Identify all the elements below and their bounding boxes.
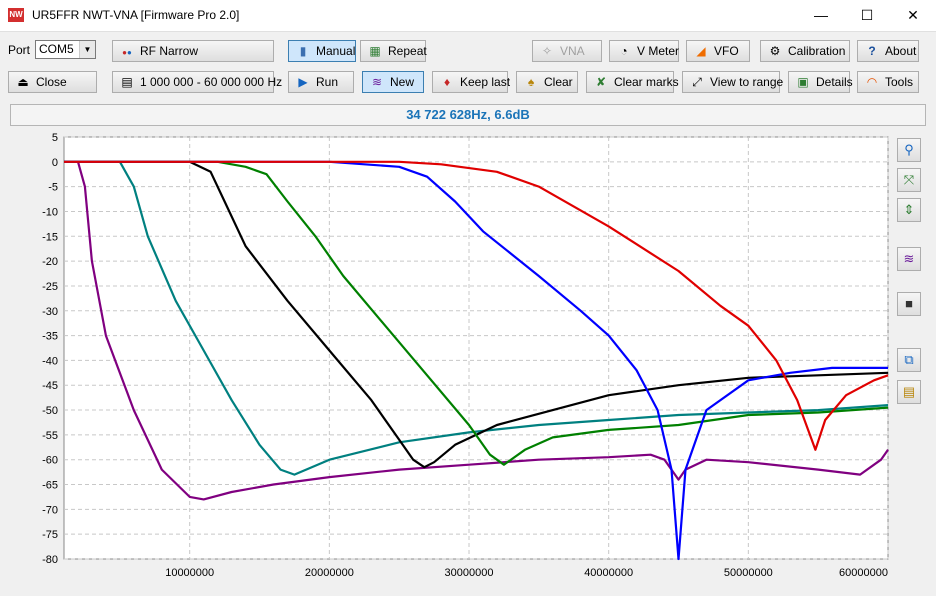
y-tick-label: -60 [42,455,58,467]
range-icon: ▤ [121,75,133,89]
keep-last-button[interactable]: ♦ Keep last [432,71,510,93]
vna-icon: ✧ [541,44,553,58]
view-to-range-button[interactable]: ⤢ View to range [682,71,783,93]
status-readout: 34 722 628Hz, 6.6dB [10,104,926,126]
copy-icon[interactable]: ⧉ [897,348,921,372]
y-tick-label: -30 [42,306,58,318]
expand-icon: ⤢ [692,75,702,89]
y-tick-label: -45 [42,380,58,392]
y-tick-label: -55 [42,430,58,442]
y-tick-label: -75 [42,529,58,541]
y-tick-label: 5 [52,132,58,144]
zoom-icon[interactable]: ⚲ [897,138,921,162]
new-sweep-icon: ≋ [371,75,383,89]
y-tick-label: -50 [42,405,58,417]
y-tick-label: -70 [42,504,58,516]
app-icon: NW [8,8,24,22]
clear-button[interactable]: ♠ Clear [516,71,578,93]
gear-icon: ⚙ [769,44,781,58]
repeat-button[interactable]: ▦ Repeat [360,40,427,62]
x-tick-label: 50000000 [724,567,773,579]
bar-chart-icon: ▮ [299,44,307,58]
x-tick-label: 40000000 [584,567,633,579]
pin-icon: ♦ [443,75,451,89]
x-tick-label: 30000000 [445,567,494,579]
fit-icon[interactable]: ⤧ [897,168,921,192]
eject-icon: ⏏ [17,75,29,89]
y-tick-label: -35 [42,331,58,343]
clear-marks-button[interactable]: ✘ Clear marks [586,71,679,93]
minimize-button[interactable]: — [798,0,844,31]
y-tick-label: -80 [42,554,58,566]
rf-narrow-button[interactable]: ●● RF Narrow [112,40,274,62]
vfo-button[interactable]: ◢ VFO [686,40,750,62]
y-tick-label: -65 [42,480,58,492]
chart-icon[interactable]: ≋ [897,247,921,271]
camera-icon[interactable]: ■ [897,292,921,316]
vmeter-button[interactable]: ◔ V Meter [609,40,679,62]
manual-button[interactable]: ▮ Manual [288,40,356,62]
rf-icon: ●● [122,48,132,57]
window-title: UR5FFR NWT-VNA [Firmware Pro 2.0] [32,8,240,22]
range-button[interactable]: ▤ 1 000 000 - 60 000 000 Hz [112,71,282,93]
y-tick-label: -20 [42,256,58,268]
broom-icon: ♠ [527,75,535,89]
y-tick-label: -15 [42,231,58,243]
rainbow-icon: ◠ [866,75,878,89]
tools-button[interactable]: ◠ Tools [857,71,919,93]
y-tick-label: -40 [42,355,58,367]
play-icon: ▶ [298,75,308,89]
y-tick-label: -5 [48,182,58,194]
run-button[interactable]: ▶ Run [288,71,354,93]
new-button[interactable]: ≋ New [362,71,424,93]
calibration-button[interactable]: ⚙ Calibration [760,40,850,62]
close-button[interactable]: ⏏ Close [8,71,97,93]
chart-area[interactable]: 5 0 -5 -10 -15 -20 -25 -30 -35 -40 -45 -50 -55 -60 -65… [10,130,890,592]
details-icon: ▣ [797,75,809,89]
vertical-scale-icon[interactable]: ⇕ [897,198,921,222]
film-icon: ▦ [369,44,381,58]
clear-marks-icon: ✘ [595,75,607,89]
maximize-button[interactable]: ☐ [844,0,890,31]
port-value: COM5 [39,42,74,56]
title-bar: NW UR5FFR NWT-VNA [Firmware Pro 2.0] — ☐… [0,0,936,32]
x-tick-label: 10000000 [165,567,214,579]
port-select[interactable]: COM5 ▼ [35,40,96,59]
x-tick-label: 20000000 [305,567,354,579]
port-label: Port [8,43,31,57]
y-tick-label: -25 [42,281,58,293]
details-button[interactable]: ▣ Details [788,71,853,93]
y-tick-label: -10 [42,206,58,218]
vna-button[interactable]: ✧ VNA [532,40,602,62]
paste-icon[interactable]: ▤ [897,380,921,404]
x-tick-label: 60000000 [839,567,888,579]
response-chart[interactable]: 5 0 -5 -10 -15 -20 -25 -30 -35 -40 -45 -50 -55 -60 -65… [10,130,890,592]
info-icon: ? [868,44,876,58]
y-tick-label: 0 [52,157,58,169]
chevron-down-icon[interactable]: ▼ [79,41,95,58]
rss-icon: ◢ [696,44,706,58]
about-button[interactable]: ? About [857,40,919,62]
close-window-button[interactable]: ✕ [890,0,936,31]
gauge-icon: ◔ [620,44,628,58]
